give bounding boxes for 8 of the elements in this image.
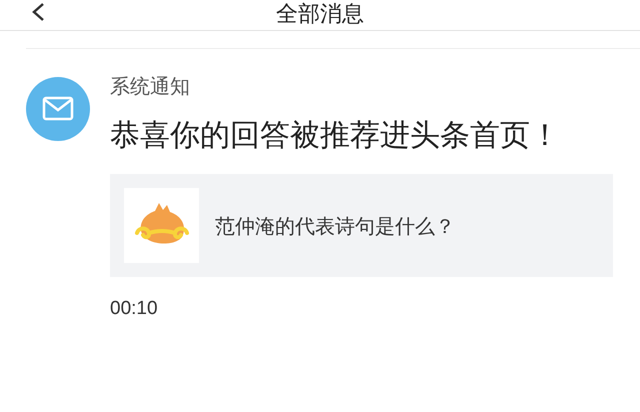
mail-icon [26, 77, 90, 141]
message-text: 恭喜你的回答被推荐进头条首页！ [110, 117, 561, 155]
question-card[interactable]: 范仲淹的代表诗句是什么？ [110, 174, 613, 277]
sender-name: 系统通知 [110, 74, 191, 98]
back-icon[interactable] [30, 2, 46, 22]
page-title: 全部消息 [276, 2, 364, 28]
card-title: 范仲淹的代表诗句是什么？ [215, 212, 455, 240]
message-time: 00:10 [110, 297, 159, 321]
